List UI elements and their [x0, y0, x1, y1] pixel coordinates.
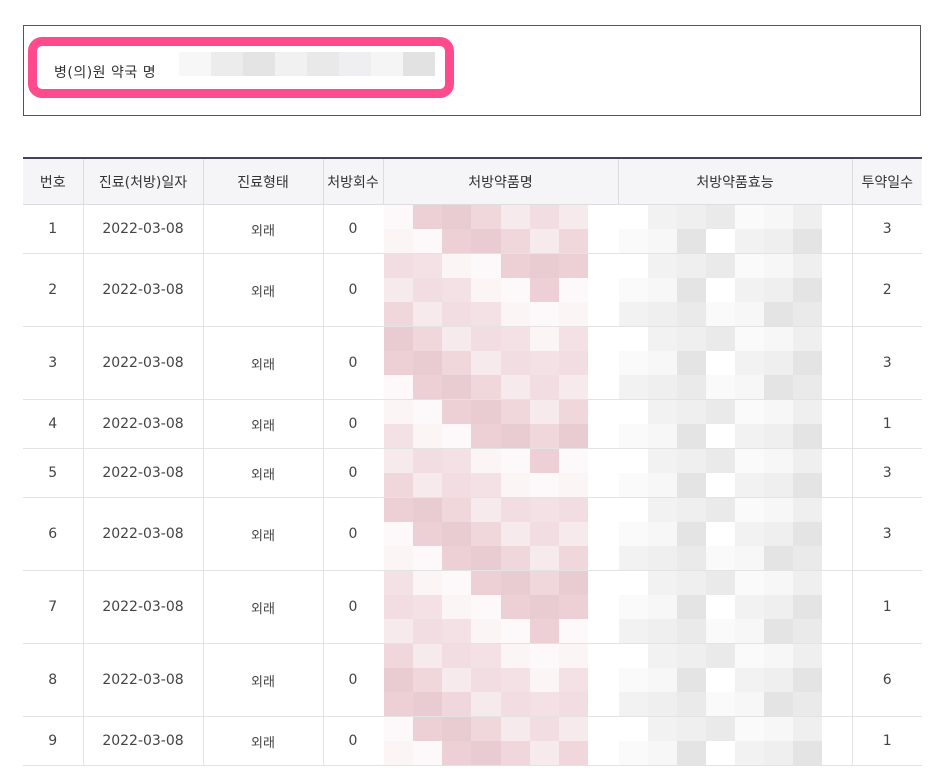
cell-number: 3	[23, 326, 83, 400]
cell-date: 2022-03-08	[82, 326, 203, 400]
cell-type: 외래	[202, 570, 323, 644]
col-header-number: 번호	[23, 158, 83, 205]
cell-type: 외래	[202, 448, 323, 498]
cell-drug-name-redacted	[383, 643, 618, 717]
col-header-count: 처방회수	[322, 158, 383, 205]
cell-days: 3	[851, 326, 922, 400]
cell-count: 0	[322, 326, 383, 400]
cell-number: 6	[23, 497, 83, 571]
cell-count: 0	[322, 253, 383, 327]
cell-date: 2022-03-08	[82, 399, 203, 449]
hospital-pharmacy-name-redacted	[179, 52, 435, 76]
cell-drug-effect-redacted	[618, 326, 852, 400]
cell-type: 외래	[202, 716, 323, 766]
col-header-days: 투약일수	[851, 158, 922, 205]
table-row: 7 2022-03-08 외래 0 1	[23, 570, 922, 644]
cell-drug-name-redacted	[383, 253, 618, 327]
col-header-type: 진료형태	[202, 158, 323, 205]
col-header-drug-effect: 처방약품효능	[617, 158, 852, 205]
cell-date: 2022-03-08	[82, 204, 203, 254]
cell-drug-name-redacted	[383, 399, 618, 449]
cell-drug-effect-redacted	[618, 399, 852, 449]
cell-days: 6	[851, 643, 922, 717]
cell-number: 8	[23, 643, 83, 717]
cell-drug-effect-redacted	[618, 448, 852, 498]
cell-drug-effect-redacted	[618, 497, 852, 571]
prescription-table: 번호 진료(처방)일자 진료형태 처방회수 처방약품명 처방약품효능 투약일수 …	[23, 157, 922, 766]
cell-count: 0	[322, 643, 383, 717]
cell-count: 0	[322, 570, 383, 644]
cell-date: 2022-03-08	[82, 253, 203, 327]
table-row: 5 2022-03-08 외래 0 3	[23, 448, 922, 498]
cell-drug-name-redacted	[383, 448, 618, 498]
cell-drug-effect-redacted	[618, 716, 852, 766]
cell-date: 2022-03-08	[82, 643, 203, 717]
cell-days: 1	[851, 399, 922, 449]
cell-days: 3	[851, 497, 922, 571]
cell-type: 외래	[202, 643, 323, 717]
cell-date: 2022-03-08	[82, 716, 203, 766]
cell-drug-effect-redacted	[618, 204, 852, 254]
cell-count: 0	[322, 716, 383, 766]
cell-days: 3	[851, 204, 922, 254]
cell-drug-name-redacted	[383, 716, 618, 766]
table-row: 9 2022-03-08 외래 0 1	[23, 716, 922, 766]
cell-drug-effect-redacted	[618, 253, 852, 327]
cell-days: 3	[851, 448, 922, 498]
cell-date: 2022-03-08	[82, 497, 203, 571]
cell-drug-name-redacted	[383, 204, 618, 254]
cell-drug-name-redacted	[383, 497, 618, 571]
cell-date: 2022-03-08	[82, 448, 203, 498]
cell-type: 외래	[202, 253, 323, 327]
cell-count: 0	[322, 497, 383, 571]
cell-drug-name-redacted	[383, 326, 618, 400]
cell-days: 1	[851, 570, 922, 644]
cell-drug-effect-redacted	[618, 570, 852, 644]
col-header-date: 진료(처방)일자	[82, 158, 203, 205]
cell-date: 2022-03-08	[82, 570, 203, 644]
col-header-drug-name: 처방약품명	[382, 158, 618, 205]
cell-type: 외래	[202, 204, 323, 254]
table-row: 3 2022-03-08 외래 0 3	[23, 326, 922, 400]
cell-number: 4	[23, 399, 83, 449]
table-row: 4 2022-03-08 외래 0 1	[23, 399, 922, 449]
table-row: 1 2022-03-08 외래 0 3	[23, 204, 922, 254]
cell-number: 5	[23, 448, 83, 498]
cell-drug-effect-redacted	[618, 643, 852, 717]
cell-days: 2	[851, 253, 922, 327]
hospital-pharmacy-info-box: 병(의)원 약국 명	[23, 25, 921, 116]
cell-drug-name-redacted	[383, 570, 618, 644]
cell-number: 1	[23, 204, 83, 254]
cell-count: 0	[322, 448, 383, 498]
cell-type: 외래	[202, 399, 323, 449]
table-header-row: 번호 진료(처방)일자 진료형태 처방회수 처방약품명 처방약품효능 투약일수	[23, 158, 922, 205]
hospital-pharmacy-label: 병(의)원 약국 명	[54, 65, 157, 81]
cell-type: 외래	[202, 326, 323, 400]
cell-number: 2	[23, 253, 83, 327]
cell-number: 9	[23, 716, 83, 766]
table-row: 8 2022-03-08 외래 0 6	[23, 643, 922, 717]
cell-days: 1	[851, 716, 922, 766]
table-row: 2 2022-03-08 외래 0 2	[23, 253, 922, 327]
cell-count: 0	[322, 399, 383, 449]
cell-count: 0	[322, 204, 383, 254]
table-row: 6 2022-03-08 외래 0 3	[23, 497, 922, 571]
cell-number: 7	[23, 570, 83, 644]
cell-type: 외래	[202, 497, 323, 571]
